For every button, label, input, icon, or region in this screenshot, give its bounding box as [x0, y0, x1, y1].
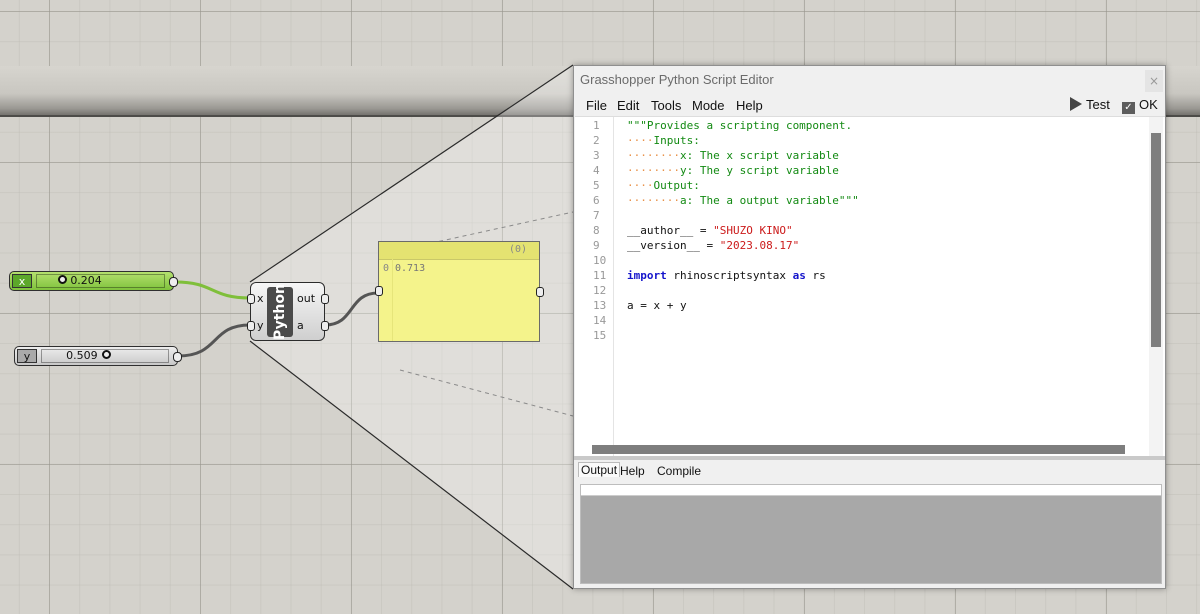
line-number: 11 — [593, 269, 607, 282]
code-text: = — [693, 224, 714, 237]
number-slider-x[interactable]: x 0.204 — [9, 271, 178, 291]
python-output-out-label: out — [297, 292, 316, 305]
code-line: a = x + y — [627, 299, 687, 312]
menu-file[interactable]: File — [586, 98, 607, 113]
line-number: 13 — [593, 299, 607, 312]
editor-splitter[interactable] — [574, 456, 1165, 460]
line-number: 1 — [593, 119, 600, 132]
line-number: 8 — [593, 224, 600, 237]
code-text: __version__ — [627, 239, 700, 252]
tab-help[interactable]: Help — [620, 464, 645, 478]
panel-item-index: 0 — [383, 263, 390, 274]
python-output-a-nub[interactable] — [321, 321, 329, 331]
code-text: a: The a output variable""" — [679, 194, 859, 207]
checkmark-icon: ✓ — [1122, 102, 1135, 114]
wire-x-to-python — [174, 280, 251, 300]
code-line: ····Output: — [627, 179, 700, 192]
python-component[interactable]: x y Python out a — [247, 282, 329, 341]
slider-y-output-nub[interactable] — [173, 352, 182, 362]
python-component-label: Python — [267, 284, 293, 340]
panel-item-value: 0.713 — [395, 263, 426, 274]
number-slider-y[interactable]: y 0.509 — [14, 346, 182, 366]
line-number: 14 — [593, 314, 607, 327]
line-number: 7 — [593, 209, 600, 222]
whitespace-marker: ···· — [627, 179, 654, 192]
code-string: "SHUZO KINO" — [713, 224, 793, 237]
code-string: "2023.08.17" — [719, 239, 800, 252]
whitespace-marker: ········ — [627, 164, 680, 177]
output-console[interactable] — [580, 484, 1162, 584]
panel-output-nub[interactable] — [536, 287, 544, 297]
line-number: 6 — [593, 194, 600, 207]
python-output-out-nub[interactable] — [321, 294, 329, 304]
code-line: ········y: The y script variable — [627, 164, 839, 177]
line-number: 2 — [593, 134, 600, 147]
code-line: __author__ = "SHUZO KINO" — [627, 224, 793, 237]
code-text: = — [699, 239, 720, 252]
panel-input-nub[interactable] — [375, 286, 383, 296]
line-number: 5 — [593, 179, 600, 192]
wire-y-to-python — [177, 323, 251, 358]
code-editor[interactable]: 1 2 3 4 5 6 7 8 9 10 11 12 13 14 15 """P… — [575, 116, 1165, 457]
panel-component[interactable]: (0) 0 0.713 — [375, 241, 544, 342]
python-output-a-label: a — [297, 319, 304, 332]
output-tab-bar: Output Help Compile — [574, 462, 1165, 482]
line-number: 3 — [593, 149, 600, 162]
code-line: __version__ = "2023.08.17" — [627, 239, 799, 252]
panel-index-divider — [392, 259, 393, 341]
python-input-y-label: y — [257, 319, 264, 332]
code-text: y: The y script variable — [679, 164, 839, 177]
slider-x-output-nub[interactable] — [169, 277, 178, 287]
code-keyword: as — [792, 269, 806, 282]
line-number: 15 — [593, 329, 607, 342]
editor-menu-bar: File Edit Tools Mode Help Test ✓ OK — [574, 94, 1165, 116]
tab-compile[interactable]: Compile — [657, 464, 701, 478]
menu-tools[interactable]: Tools — [651, 98, 681, 113]
output-console-line — [581, 485, 1161, 496]
whitespace-marker: ···· — [627, 134, 654, 147]
editor-title: Grasshopper Python Script Editor — [580, 72, 774, 87]
editor-close-button[interactable]: × — [1145, 70, 1163, 92]
python-input-x-nub[interactable] — [247, 294, 255, 304]
line-number-gutter: 1 2 3 4 5 6 7 8 9 10 11 12 13 14 15 — [575, 117, 614, 457]
slider-y-value: 0.509 — [66, 349, 98, 362]
python-script-editor-window: Grasshopper Python Script Editor × File … — [573, 65, 1166, 589]
code-text: rs — [805, 269, 826, 282]
ok-button-label: OK — [1139, 97, 1158, 112]
menu-edit[interactable]: Edit — [617, 98, 639, 113]
code-line: import rhinoscriptsyntax as rs — [627, 269, 826, 282]
panel-item-count: (0) — [508, 244, 527, 255]
tab-output[interactable]: Output — [578, 462, 621, 477]
whitespace-marker: ········ — [627, 149, 680, 162]
code-text: __author__ — [627, 224, 694, 237]
slider-y-tag: y — [17, 349, 37, 363]
horizontal-scrollbar-thumb[interactable] — [592, 445, 1125, 454]
slider-x-tag: x — [12, 274, 32, 288]
code-text: rhinoscriptsyntax — [666, 269, 793, 282]
line-number: 9 — [593, 239, 600, 252]
slider-x-value: 0.204 — [70, 274, 102, 287]
code-line: """Provides a scripting component. — [627, 119, 853, 132]
test-button[interactable]: Test — [1070, 97, 1110, 112]
menu-mode[interactable]: Mode — [692, 98, 725, 113]
code-line: ····Inputs: — [627, 134, 700, 147]
python-input-x-label: x — [257, 292, 264, 305]
code-line: ········a: The a output variable""" — [627, 194, 859, 207]
play-icon — [1070, 97, 1082, 111]
code-text: Output: — [653, 179, 700, 192]
menu-help[interactable]: Help — [736, 98, 763, 113]
test-button-label: Test — [1086, 97, 1110, 112]
line-number: 10 — [593, 254, 607, 267]
code-line: ········x: The x script variable — [627, 149, 839, 162]
python-input-y-nub[interactable] — [247, 321, 255, 331]
code-keyword: import — [627, 269, 667, 282]
whitespace-marker: ········ — [627, 194, 680, 207]
python-component-title: Python — [272, 284, 288, 340]
ok-button[interactable]: ✓ OK — [1122, 97, 1158, 114]
vertical-scrollbar-thumb[interactable] — [1151, 133, 1161, 347]
code-text: x: The x script variable — [679, 149, 839, 162]
line-number: 4 — [593, 164, 600, 177]
line-number: 12 — [593, 284, 607, 297]
code-text: Inputs: — [653, 134, 700, 147]
